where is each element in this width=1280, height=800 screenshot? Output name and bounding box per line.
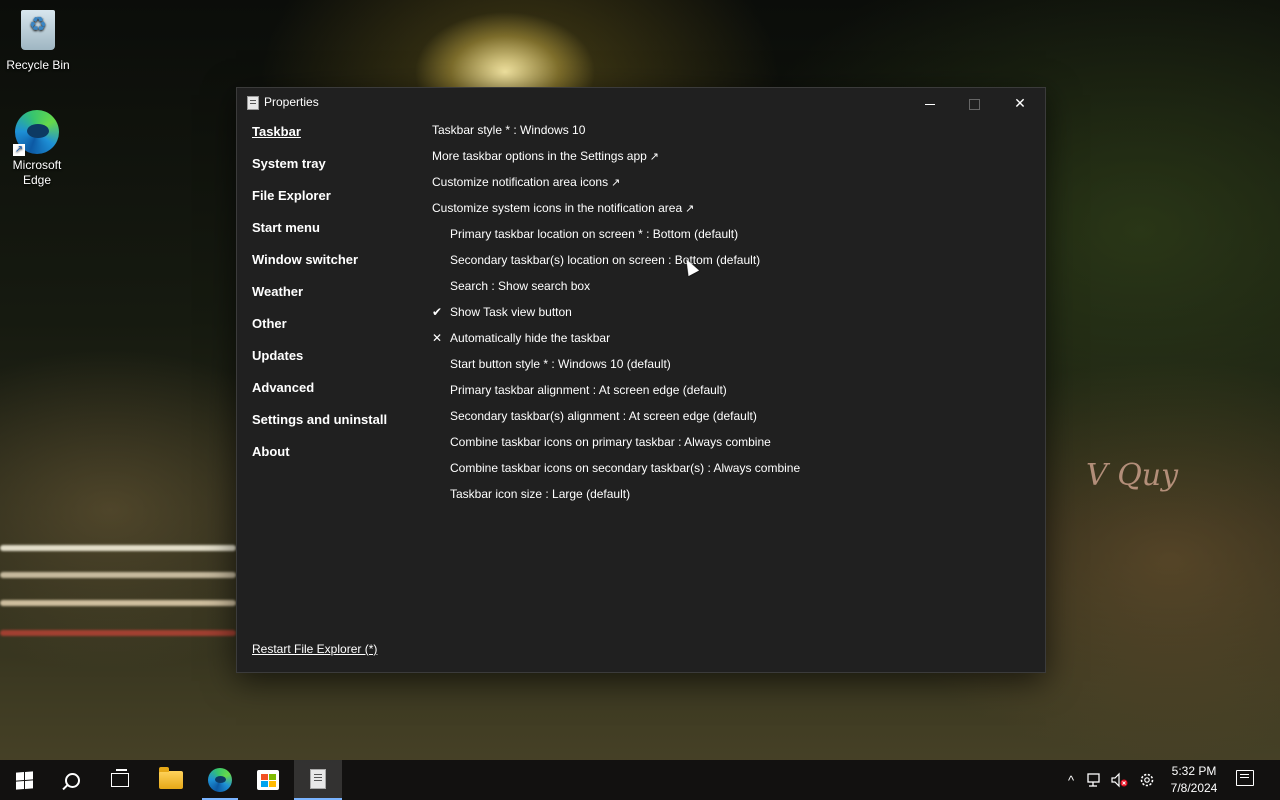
minimize-button[interactable] bbox=[907, 88, 953, 118]
window-title: Properties bbox=[264, 95, 319, 109]
taskbar-properties[interactable] bbox=[294, 760, 342, 800]
maximize-button[interactable] bbox=[951, 88, 997, 118]
option-secondary-taskbar-location[interactable]: Secondary taskbar(s) location on screen … bbox=[432, 251, 800, 277]
sidebar-item-updates[interactable]: Updates bbox=[252, 348, 387, 380]
sidebar-item-taskbar[interactable]: Taskbar bbox=[252, 124, 387, 156]
properties-app-icon bbox=[310, 769, 326, 789]
option-more-taskbar-options-link[interactable]: More taskbar options in the Settings app… bbox=[432, 147, 800, 173]
settings-button[interactable] bbox=[1136, 760, 1158, 800]
light-streak bbox=[0, 630, 236, 636]
light-streak bbox=[0, 545, 236, 551]
option-label: Start button style * : Windows 10 (defau… bbox=[450, 357, 671, 371]
notification-center-icon[interactable] bbox=[1236, 770, 1254, 786]
task-view-icon bbox=[111, 769, 129, 787]
sidebar-item-other[interactable]: Other bbox=[252, 316, 387, 348]
option-label: Secondary taskbar(s) location on screen … bbox=[450, 253, 761, 267]
option-label: Taskbar icon size : Large (default) bbox=[450, 487, 631, 501]
option-combine-secondary[interactable]: Combine taskbar icons on secondary taskb… bbox=[432, 459, 800, 485]
taskbar: ^ 5:32 PM 7/8/2024 bbox=[0, 760, 1280, 800]
edge-icon bbox=[208, 768, 232, 792]
option-label: Automatically hide the taskbar bbox=[450, 331, 611, 345]
option-combine-primary[interactable]: Combine taskbar icons on primary taskbar… bbox=[432, 433, 800, 459]
option-taskbar-style[interactable]: Taskbar style * : Windows 10 bbox=[432, 121, 800, 147]
volume-muted-icon bbox=[1111, 772, 1128, 788]
option-label: Customize system icons in the notificati… bbox=[432, 201, 683, 215]
option-start-button-style[interactable]: Start button style * : Windows 10 (defau… bbox=[432, 355, 800, 381]
sidebar-item-about[interactable]: About bbox=[252, 444, 387, 476]
desktop-icon-edge[interactable]: ↗ Microsoft Edge bbox=[0, 110, 75, 188]
option-label: Primary taskbar location on screen * : B… bbox=[450, 227, 739, 241]
chevron-up-icon: ^ bbox=[1067, 772, 1075, 788]
start-button[interactable] bbox=[0, 760, 48, 800]
sidebar-item-file-explorer[interactable]: File Explorer bbox=[252, 188, 387, 220]
restart-file-explorer-link[interactable]: Restart File Explorer (*) bbox=[252, 642, 377, 656]
option-label: Primary taskbar alignment : At screen ed… bbox=[450, 383, 727, 397]
option-system-icons-link[interactable]: Customize system icons in the notificati… bbox=[432, 199, 800, 225]
light-streak bbox=[0, 572, 236, 578]
checkmark-icon: ✔ bbox=[432, 305, 443, 319]
option-primary-taskbar-alignment[interactable]: Primary taskbar alignment : At screen ed… bbox=[432, 381, 800, 407]
desktop-icon-label: Microsoft Edge bbox=[12, 158, 62, 187]
search-button[interactable] bbox=[48, 760, 96, 800]
folder-icon bbox=[159, 767, 183, 789]
option-label: Search : Show search box bbox=[450, 279, 591, 293]
gear-icon bbox=[1140, 773, 1154, 787]
properties-window: Properties ✕ Taskbar System tray File Ex… bbox=[236, 87, 1046, 673]
light-streak bbox=[0, 600, 236, 606]
network-icon bbox=[1087, 773, 1100, 787]
option-secondary-taskbar-alignment[interactable]: Secondary taskbar(s) alignment : At scre… bbox=[432, 407, 800, 433]
taskbar-file-explorer[interactable] bbox=[147, 760, 195, 800]
external-link-icon: ↗ bbox=[649, 151, 660, 163]
option-label: Customize notification area icons bbox=[432, 175, 609, 189]
external-link-icon: ↗ bbox=[685, 203, 695, 215]
desktop-icon-label: Recycle Bin bbox=[6, 58, 70, 72]
windows-logo-icon bbox=[15, 770, 33, 790]
sidebar-item-window-switcher[interactable]: Window switcher bbox=[252, 252, 387, 284]
close-button[interactable]: ✕ bbox=[997, 88, 1043, 118]
taskbar-store[interactable] bbox=[244, 760, 292, 800]
title-bar[interactable]: Properties ✕ bbox=[237, 88, 1045, 118]
sidebar-item-start-menu[interactable]: Start menu bbox=[252, 220, 387, 252]
external-link-icon: ↗ bbox=[611, 177, 621, 189]
sidebar-item-weather[interactable]: Weather bbox=[252, 284, 387, 316]
search-icon bbox=[64, 772, 80, 788]
option-show-task-view-button[interactable]: ✔ Show Task view button bbox=[432, 303, 800, 329]
close-icon: ✕ bbox=[1014, 95, 1026, 111]
sidebar-nav: Taskbar System tray File Explorer Start … bbox=[252, 124, 387, 476]
option-notification-area-icons-link[interactable]: Customize notification area icons ↗ bbox=[432, 173, 800, 199]
clock-date: 7/8/2024 bbox=[1170, 781, 1218, 795]
store-icon bbox=[257, 770, 279, 790]
minimize-icon bbox=[925, 103, 935, 105]
properties-app-icon bbox=[247, 96, 259, 110]
edge-icon: ↗ bbox=[13, 110, 59, 156]
desktop-icon-recycle-bin[interactable]: Recycle Bin bbox=[0, 10, 76, 73]
sidebar-item-settings-and-uninstall[interactable]: Settings and uninstall bbox=[252, 412, 387, 444]
taskbar-edge[interactable] bbox=[196, 760, 244, 800]
option-label: Taskbar style * : Windows 10 bbox=[432, 123, 586, 137]
option-label: More taskbar options in the Settings app bbox=[432, 149, 647, 163]
cross-icon: ✕ bbox=[432, 331, 443, 345]
option-label: Combine taskbar icons on secondary taskb… bbox=[450, 461, 801, 475]
clock-time: 5:32 PM bbox=[1171, 764, 1217, 778]
recycle-bin-icon bbox=[16, 10, 60, 54]
option-taskbar-icon-size[interactable]: Taskbar icon size : Large (default) bbox=[432, 485, 800, 511]
sidebar-item-advanced[interactable]: Advanced bbox=[252, 380, 387, 412]
option-primary-taskbar-location[interactable]: Primary taskbar location on screen * : B… bbox=[432, 225, 800, 251]
option-label: Show Task view button bbox=[450, 305, 572, 319]
sidebar-item-system-tray[interactable]: System tray bbox=[252, 156, 387, 188]
wallpaper-sign: V Quy bbox=[1086, 458, 1179, 493]
option-label: Secondary taskbar(s) alignment : At scre… bbox=[450, 409, 757, 423]
option-label: Combine taskbar icons on primary taskbar… bbox=[450, 435, 771, 449]
option-auto-hide-taskbar[interactable]: ✕ Automatically hide the taskbar bbox=[432, 329, 800, 355]
network-button[interactable] bbox=[1084, 760, 1106, 800]
shortcut-arrow-icon: ↗ bbox=[13, 144, 25, 156]
maximize-icon bbox=[968, 98, 980, 110]
options-list: Taskbar style * : Windows 10 More taskba… bbox=[432, 121, 800, 511]
clock[interactable]: 5:32 PM 7/8/2024 bbox=[1162, 763, 1226, 797]
volume-button[interactable] bbox=[1108, 760, 1130, 800]
task-view-button[interactable] bbox=[96, 760, 144, 800]
show-hidden-icons-button[interactable]: ^ bbox=[1060, 760, 1082, 800]
option-search[interactable]: Search : Show search box bbox=[432, 277, 800, 303]
